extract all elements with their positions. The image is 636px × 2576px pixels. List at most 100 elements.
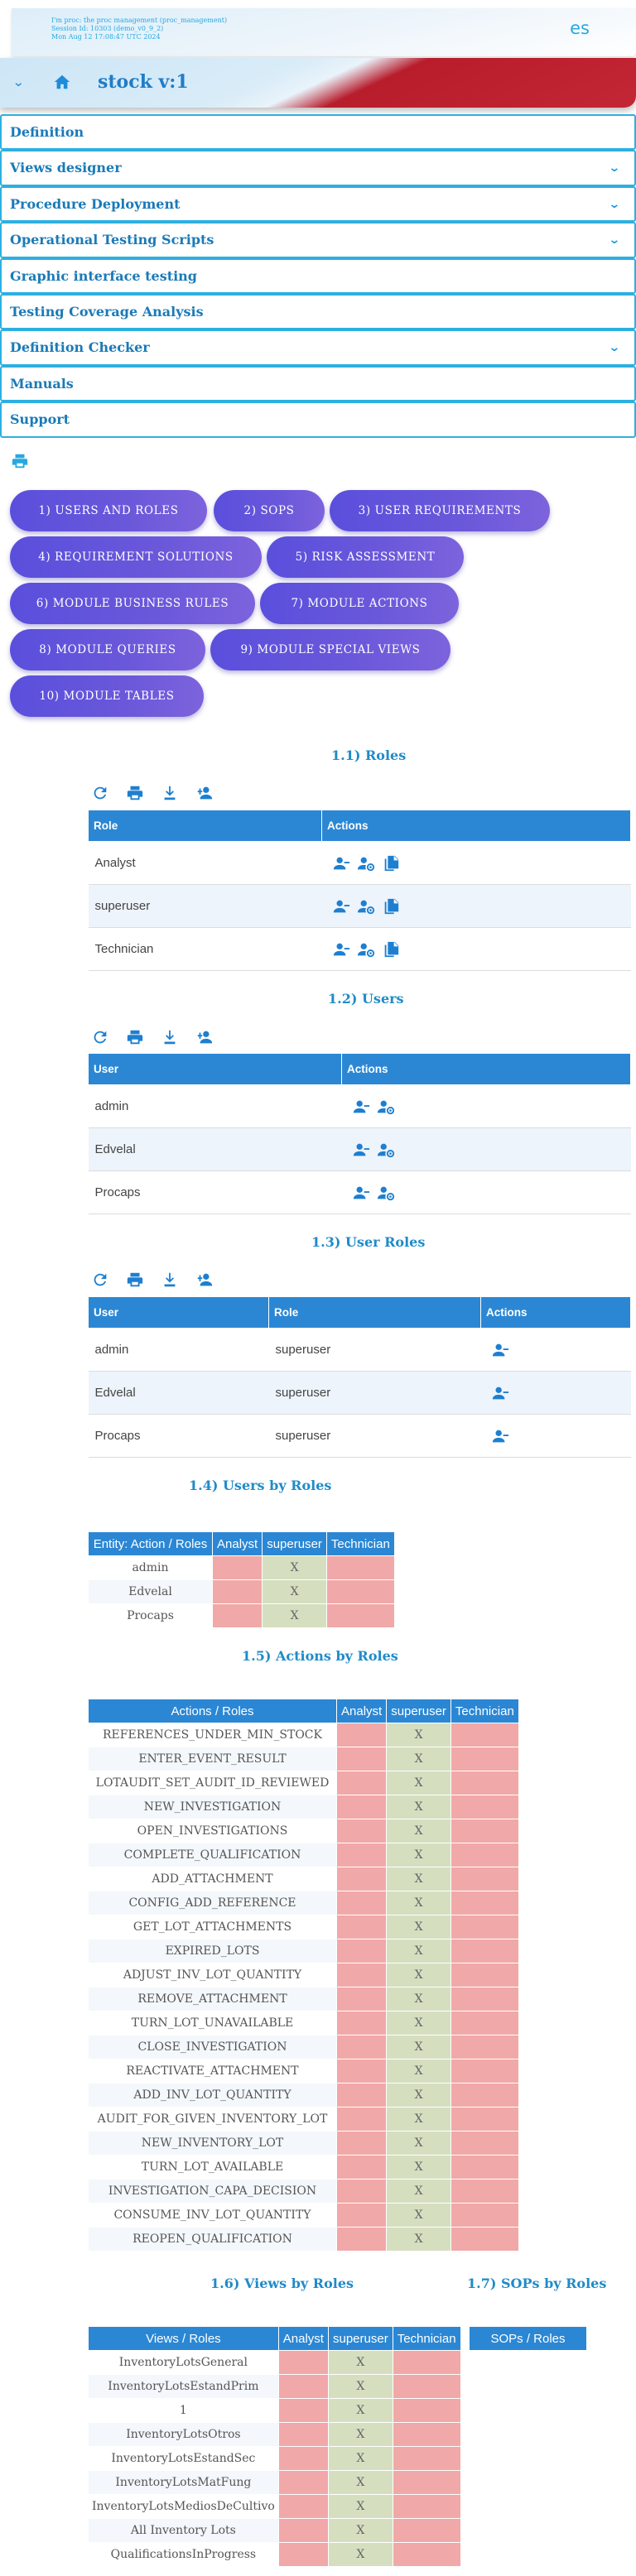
copy-icon[interactable]	[382, 940, 400, 959]
add-user-icon[interactable]	[195, 1271, 214, 1289]
row-label: TURN_LOT_AVAILABLE	[88, 2155, 337, 2180]
deny-cell	[450, 1843, 519, 1867]
remove-user-icon[interactable]	[332, 854, 350, 872]
actions-by-roles-title: 1.5) Actions by Roles	[242, 1648, 398, 1664]
deny-cell	[277, 2518, 329, 2543]
section-button-module-actions[interactable]: 7) MODULE ACTIONS	[260, 583, 459, 624]
refresh-icon[interactable]	[91, 784, 109, 802]
user-settings-icon[interactable]	[377, 1184, 395, 1202]
deny-cell	[335, 1915, 388, 1939]
print-icon[interactable]	[126, 784, 144, 802]
deny-cell	[450, 2131, 519, 2155]
user-settings-icon[interactable]	[377, 1141, 395, 1159]
add-user-icon[interactable]	[195, 1028, 214, 1046]
session-header: I'm proc: the proc management (proc_mana…	[12, 8, 636, 56]
deny-cell	[335, 2011, 388, 2035]
section-button-user-requirements[interactable]: 3) USER REQUIREMENTS	[330, 490, 550, 531]
matrix-row: INVESTIGATION_CAPA_DECISION X	[88, 2179, 519, 2204]
menu-item[interactable]: Procedure Deployment ⌄	[0, 185, 636, 223]
deny-cell	[335, 1723, 388, 1747]
download-icon[interactable]	[161, 1028, 179, 1046]
section-button-users-roles[interactable]: 1) USERS AND ROLES	[10, 490, 207, 531]
remove-user-icon[interactable]	[491, 1384, 509, 1402]
table-row: Analyst	[88, 841, 631, 885]
section-button-risk-assessment[interactable]: 5) RISK ASSESSMENT	[267, 536, 464, 578]
date-line: Mon Aug 12 17:08:47 UTC 2024	[51, 33, 161, 41]
remove-user-icon[interactable]	[332, 940, 350, 959]
section-button-requirement-solutions[interactable]: 4) REQUIREMENT SOLUTIONS	[10, 536, 262, 578]
matrix-row: NEW_INVESTIGATION X	[88, 1795, 519, 1819]
role-cell: Technician	[88, 927, 322, 971]
refresh-icon[interactable]	[91, 1028, 109, 1046]
remove-user-icon[interactable]	[491, 1341, 509, 1359]
section-button-module-tables[interactable]: 10) MODULE TABLES	[10, 675, 204, 717]
row-label: REACTIVATE_ATTACHMENT	[88, 2059, 337, 2083]
actions-cell	[480, 1328, 631, 1372]
remove-user-icon[interactable]	[491, 1427, 509, 1445]
user-settings-icon[interactable]	[357, 940, 375, 959]
deny-cell	[277, 2398, 329, 2423]
remove-user-icon[interactable]	[352, 1184, 370, 1202]
language-toggle[interactable]: es	[570, 18, 590, 38]
row-label: CONFIG_ADD_REFERENCE	[88, 1891, 337, 1915]
matrix-row: TURN_LOT_AVAILABLE X	[88, 2155, 519, 2180]
menu-item[interactable]: Manuals	[0, 365, 636, 402]
matrix-row: InventoryLotsEstandPrim X	[88, 2374, 461, 2399]
menu-item[interactable]: Definition Checker ⌄	[0, 329, 636, 366]
copy-icon[interactable]	[382, 854, 400, 872]
copy-icon[interactable]	[382, 897, 400, 916]
deny-cell	[335, 1747, 388, 1771]
deny-cell	[450, 1867, 519, 1891]
download-icon[interactable]	[161, 1271, 179, 1289]
column-header: superuser	[262, 1531, 327, 1556]
user-roles-table: User Role Actions admin superuser Edvelal s…	[88, 1296, 631, 1458]
deny-cell	[335, 2035, 388, 2059]
column-header: Views / Roles	[88, 2326, 279, 2351]
section-button-module-queries[interactable]: 8) MODULE QUERIES	[10, 629, 205, 670]
allow-cell: X	[327, 2518, 393, 2543]
matrix-row: admin X	[88, 1555, 395, 1580]
chevron-down-icon[interactable]: ⌄	[12, 74, 25, 89]
section-button-module-business-rules[interactable]: 6) MODULE BUSINESS RULES	[10, 583, 255, 624]
menu-item-label: Testing Coverage Analysis	[10, 303, 204, 320]
menu-item[interactable]: Support	[0, 401, 636, 438]
remove-user-icon[interactable]	[352, 1098, 370, 1116]
add-user-icon[interactable]	[195, 784, 214, 802]
deny-cell	[325, 1579, 395, 1604]
row-label: NEW_INVENTORY_LOT	[88, 2131, 337, 2155]
matrix-row: EXPIRED_LOTS X	[88, 1939, 519, 1963]
deny-cell	[450, 2011, 519, 2035]
print-icon[interactable]	[10, 452, 30, 470]
user-cell: Edvelal	[88, 1371, 269, 1415]
print-icon[interactable]	[126, 1028, 144, 1046]
user-roles-toolbar	[91, 1269, 220, 1290]
allow-cell: X	[386, 1795, 451, 1819]
deny-cell	[335, 2227, 388, 2252]
menu-item[interactable]: Operational Testing Scripts ⌄	[0, 222, 636, 258]
column-header: Analyst	[335, 1699, 388, 1723]
matrix-row: COMPLETE_QUALIFICATION X	[88, 1843, 519, 1867]
deny-cell	[392, 2422, 461, 2447]
remove-user-icon[interactable]	[352, 1141, 370, 1159]
section-button-module-special-views[interactable]: 9) MODULE SPECIAL VIEWS	[210, 629, 450, 670]
user-settings-icon[interactable]	[357, 897, 375, 916]
home-icon[interactable]	[53, 73, 71, 91]
remove-user-icon[interactable]	[332, 897, 350, 916]
deny-cell	[277, 2350, 329, 2375]
menu-item[interactable]: Graphic interface testing	[0, 257, 636, 294]
allow-cell: X	[386, 1723, 451, 1747]
column-header-actions: Actions	[480, 1296, 631, 1329]
section-button-sops[interactable]: 2) SOPS	[214, 490, 325, 531]
download-icon[interactable]	[161, 784, 179, 802]
user-settings-icon[interactable]	[357, 854, 375, 872]
users-toolbar	[91, 1026, 220, 1048]
deny-cell	[335, 1843, 388, 1867]
menu-item[interactable]: Views designer ⌄	[0, 150, 636, 186]
user-settings-icon[interactable]	[377, 1098, 395, 1116]
user-cell: Procaps	[88, 1414, 269, 1458]
print-icon[interactable]	[126, 1271, 144, 1289]
refresh-icon[interactable]	[91, 1271, 109, 1289]
menu-item[interactable]: Definition	[0, 114, 636, 151]
menu-item[interactable]: Testing Coverage Analysis	[0, 293, 636, 330]
allow-cell: X	[386, 1867, 451, 1891]
